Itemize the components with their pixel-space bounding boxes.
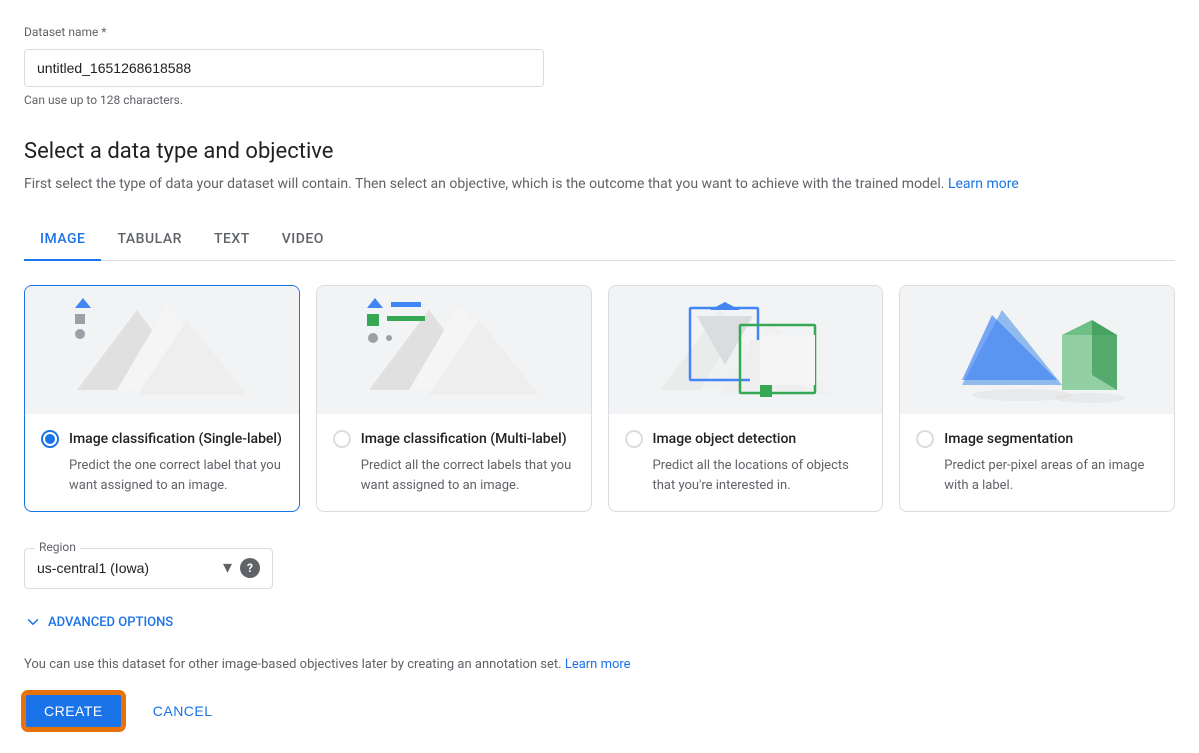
dataset-name-input-wrapper <box>24 49 544 87</box>
card-multi-label-illustration <box>349 290 559 410</box>
card-segmentation[interactable]: Image segmentation Predict per-pixel are… <box>899 285 1175 512</box>
region-field-wrapper: Region us-central1 (Iowa) us-east1 (Sout… <box>24 548 273 589</box>
card-object-detection-title: Image object detection <box>653 431 797 447</box>
section-title: Select a data type and objective <box>24 139 1175 164</box>
card-single-label-illustration <box>57 290 267 410</box>
radio-segmentation[interactable] <box>916 430 934 448</box>
create-button[interactable]: CREATE <box>24 693 123 729</box>
region-help-icon[interactable]: ? <box>240 558 260 578</box>
radio-object-detection[interactable] <box>625 430 643 448</box>
region-section: Region us-central1 (Iowa) us-east1 (Sout… <box>24 548 1175 589</box>
region-select[interactable]: us-central1 (Iowa) us-east1 (South Carol… <box>37 560 215 576</box>
cards-container: Image classification (Single-label) Pred… <box>24 285 1175 512</box>
card-single-label-title: Image classification (Single-label) <box>69 431 282 447</box>
chevron-down-icon <box>24 613 42 631</box>
card-object-detection[interactable]: Image object detection Predict all the l… <box>608 285 884 512</box>
tab-video[interactable]: VIDEO <box>266 219 340 261</box>
dataset-name-label: Dataset name * <box>24 25 107 39</box>
advanced-options-label: ADVANCED OPTIONS <box>48 615 173 630</box>
tab-tabular[interactable]: TABULAR <box>101 219 197 261</box>
card-segmentation-desc: Predict per-pixel areas of an image with… <box>944 456 1158 495</box>
card-multi-label-title: Image classification (Multi-label) <box>361 431 567 447</box>
footer-note: You can use this dataset for other image… <box>24 655 1175 675</box>
dataset-name-input[interactable] <box>37 60 531 76</box>
card-object-detection-illustration <box>640 290 850 410</box>
card-segmentation-illustration <box>932 290 1142 410</box>
footer-learn-more-link[interactable]: Learn more <box>565 657 631 672</box>
card-multi-label-desc: Predict all the correct labels that you … <box>361 456 575 495</box>
section-description: First select the type of data your datas… <box>24 174 1175 195</box>
card-single-label-desc: Predict the one correct label that you w… <box>69 456 283 495</box>
region-row: us-central1 (Iowa) us-east1 (South Carol… <box>37 557 260 578</box>
tabs-container: IMAGE TABULAR TEXT VIDEO <box>24 219 1175 261</box>
section-learn-more-link[interactable]: Learn more <box>948 176 1019 192</box>
card-multi-label[interactable]: Image classification (Multi-label) Predi… <box>316 285 592 512</box>
radio-single-label[interactable] <box>41 430 59 448</box>
tab-image[interactable]: IMAGE <box>24 219 101 261</box>
cancel-button[interactable]: CANCEL <box>135 695 231 727</box>
card-object-detection-desc: Predict all the locations of objects tha… <box>653 456 867 495</box>
region-floating-label: Region <box>35 540 80 554</box>
card-segmentation-title: Image segmentation <box>944 431 1073 447</box>
card-single-label[interactable]: Image classification (Single-label) Pred… <box>24 285 300 512</box>
region-chevron-icon: ▾ <box>223 557 232 578</box>
actions-row: CREATE CANCEL <box>24 693 1175 729</box>
tab-text[interactable]: TEXT <box>198 219 266 261</box>
advanced-options-toggle[interactable]: ADVANCED OPTIONS <box>24 613 1175 631</box>
radio-multi-label[interactable] <box>333 430 351 448</box>
dataset-name-hint: Can use up to 128 characters. <box>24 93 1175 107</box>
